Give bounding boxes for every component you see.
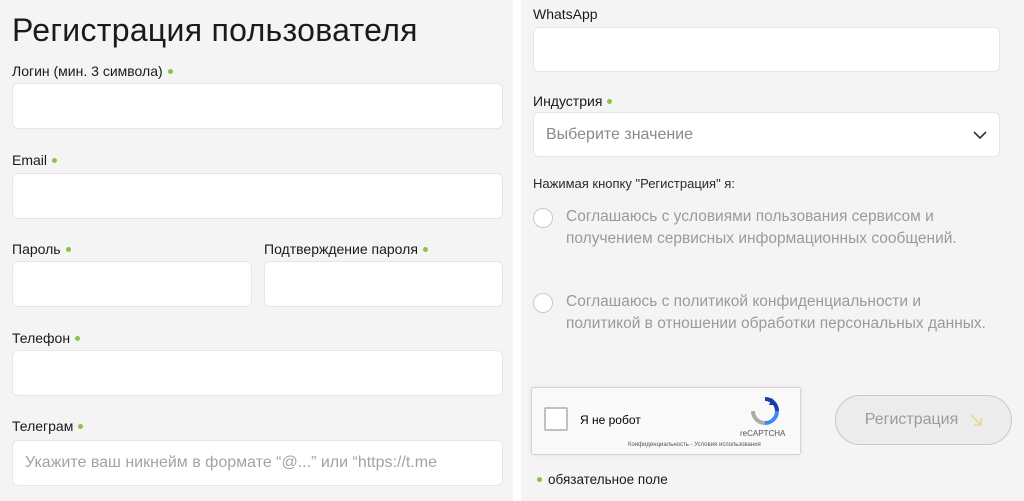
required-dot — [422, 246, 428, 252]
telegram-label: Телеграм — [12, 418, 84, 434]
required-dot — [607, 98, 613, 104]
industry-label-text: Индустрия — [533, 93, 603, 109]
password-confirm-label-text: Подтверждение пароля — [264, 241, 418, 257]
whatsapp-input[interactable] — [533, 27, 1000, 72]
recaptcha-brand: reCAPTCHA — [740, 429, 786, 438]
password-input[interactable] — [12, 261, 252, 307]
whatsapp-label: WhatsApp — [533, 6, 598, 22]
whatsapp-label-text: WhatsApp — [533, 6, 598, 22]
terms-consent-text: Соглашаюсь с условиями пользования серви… — [566, 208, 957, 247]
login-label: Логин (мин. 3 символа) — [12, 63, 173, 79]
terms-consent-radio[interactable] — [533, 208, 553, 228]
industry-select-value: Выберите значение — [546, 125, 694, 143]
password-confirm-label: Подтверждение пароля — [264, 241, 428, 257]
required-dot — [537, 476, 542, 482]
required-dot — [167, 68, 173, 74]
register-button-label: Регистрация — [864, 411, 959, 428]
recaptcha-logo-icon — [751, 397, 779, 425]
password-label: Пароль — [12, 241, 71, 257]
industry-label: Индустрия — [533, 93, 613, 109]
email-input[interactable] — [12, 173, 503, 219]
arrow-down-right-icon — [970, 414, 983, 426]
page-title: Регистрация пользователя — [12, 12, 418, 48]
email-label-text: Email — [12, 152, 48, 168]
phone-input[interactable] — [12, 350, 503, 396]
privacy-consent-radio[interactable] — [533, 293, 553, 313]
required-dot — [75, 335, 81, 341]
privacy-consent-text: Соглашаюсь с политикой конфиденциальност… — [566, 293, 986, 332]
recaptcha-widget: Я не робот reCAPTCHA Конфиденциальность … — [531, 387, 801, 455]
password-confirm-input[interactable] — [264, 261, 503, 307]
recaptcha-label: Я не робот — [580, 413, 641, 427]
consent-intro: Нажимая кнопку "Регистрация" я: — [533, 176, 735, 191]
email-label: Email — [12, 152, 58, 168]
required-dot — [78, 423, 84, 429]
required-dot — [52, 157, 58, 163]
phone-label: Телефон — [12, 330, 81, 346]
required-dot — [65, 246, 71, 252]
password-label-text: Пароль — [12, 241, 61, 257]
telegram-input[interactable] — [12, 440, 503, 486]
chevron-down-icon — [973, 130, 987, 139]
phone-label-text: Телефон — [12, 330, 71, 346]
recaptcha-links[interactable]: Конфиденциальность - Условия использован… — [628, 442, 761, 448]
required-field-note: обязательное поле — [537, 472, 668, 487]
telegram-label-text: Телеграм — [12, 418, 74, 434]
login-label-text: Логин (мин. 3 символа) — [12, 63, 163, 79]
required-note-text: обязательное поле — [548, 472, 668, 487]
register-button[interactable]: Регистрация — [835, 395, 1012, 445]
panel-divider — [513, 0, 521, 501]
industry-select[interactable]: Выберите значение — [533, 112, 1000, 157]
recaptcha-checkbox[interactable] — [544, 407, 568, 431]
login-input[interactable] — [12, 83, 503, 129]
